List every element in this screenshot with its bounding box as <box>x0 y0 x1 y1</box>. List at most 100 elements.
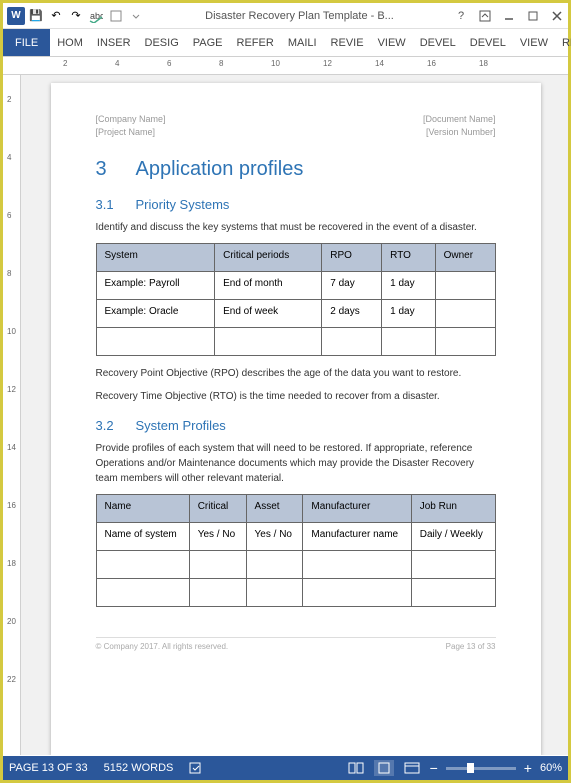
ribbon-tab[interactable]: DESIG <box>138 37 186 49</box>
touch-mode-icon[interactable] <box>107 7 125 25</box>
status-bar: PAGE 13 OF 33 5152 WORDS − + 60% <box>3 756 568 780</box>
document-page[interactable]: [Company Name] [Project Name] [Document … <box>51 83 541 755</box>
help-icon[interactable]: ? <box>454 9 468 23</box>
ribbon-tab[interactable]: DEVEL <box>413 37 463 49</box>
ruler-mark: 2 <box>63 59 67 68</box>
table-cell[interactable] <box>189 551 246 579</box>
table-cell[interactable]: End of week <box>215 300 322 328</box>
ribbon-tab[interactable]: HOM <box>50 37 90 49</box>
table-cell[interactable]: Yes / No <box>189 523 246 551</box>
table-cell[interactable]: 1 day <box>382 272 435 300</box>
table-cell[interactable]: End of month <box>215 272 322 300</box>
ruler-mark: 14 <box>375 59 384 68</box>
table-cell[interactable] <box>382 328 435 356</box>
table-cell[interactable] <box>96 328 215 356</box>
table-cell[interactable] <box>303 551 411 579</box>
ribbon-tab[interactable]: MAILI <box>281 37 324 49</box>
spellcheck-icon[interactable]: abc <box>87 7 105 25</box>
table-row[interactable] <box>96 579 495 607</box>
table-cell[interactable] <box>411 579 495 607</box>
table-cell[interactable] <box>246 579 303 607</box>
status-page[interactable]: PAGE 13 OF 33 <box>9 762 88 774</box>
save-icon[interactable]: 💾 <box>27 7 45 25</box>
ribbon-tab[interactable]: INSER <box>90 37 138 49</box>
table-cell[interactable]: 2 days <box>322 300 382 328</box>
status-words[interactable]: 5152 WORDS <box>104 762 174 774</box>
zoom-level[interactable]: 60% <box>540 762 562 774</box>
table-cell[interactable]: Yes / No <box>246 523 303 551</box>
heading-1-number: 3 <box>96 158 136 181</box>
system-profiles-table[interactable]: NameCriticalAssetManufacturerJob Run Nam… <box>96 494 496 607</box>
table-cell[interactable]: Example: Payroll <box>96 272 215 300</box>
word-app-icon[interactable]: W <box>7 7 25 25</box>
ruler-mark: 18 <box>7 559 16 568</box>
heading-2-system: 3.2System Profiles <box>96 418 496 433</box>
priority-systems-table[interactable]: SystemCritical periodsRPORTOOwner Exampl… <box>96 243 496 356</box>
table-cell[interactable] <box>411 551 495 579</box>
undo-icon[interactable]: ↶ <box>47 7 65 25</box>
header-docname: [Document Name] <box>423 113 496 126</box>
ruler-mark: 8 <box>219 59 223 68</box>
table-cell[interactable]: Name of system <box>96 523 189 551</box>
table-cell[interactable] <box>435 272 495 300</box>
title-bar: W 💾 ↶ ↷ abc Disaster Recovery Plan Templ… <box>3 3 568 29</box>
table-cell[interactable] <box>96 551 189 579</box>
table-header: Job Run <box>411 495 495 523</box>
table-row[interactable]: Example: OracleEnd of week2 days1 day <box>96 300 495 328</box>
read-mode-icon[interactable] <box>346 760 366 776</box>
ribbon-collapse-icon[interactable] <box>478 9 492 23</box>
zoom-slider[interactable] <box>446 767 516 770</box>
ribbon-tab[interactable]: REVIE <box>324 37 371 49</box>
ruler-mark: 6 <box>167 59 171 68</box>
ribbon-tab[interactable]: REFER <box>230 37 281 49</box>
heading-1-text: Application profiles <box>136 158 304 180</box>
table-cell[interactable] <box>189 579 246 607</box>
ribbon-tab[interactable]: PAGE <box>186 37 230 49</box>
table-row[interactable]: Name of systemYes / NoYes / NoManufactur… <box>96 523 495 551</box>
horizontal-ruler[interactable]: 24681012141618 <box>3 57 568 75</box>
table-cell[interactable] <box>435 328 495 356</box>
ribbon-tab[interactable]: DEVEL <box>463 37 513 49</box>
web-layout-icon[interactable] <box>402 760 422 776</box>
table-cell[interactable] <box>215 328 322 356</box>
ruler-mark: 10 <box>271 59 280 68</box>
svg-text:abc: abc <box>90 11 103 21</box>
file-tab[interactable]: FILE <box>3 29 50 56</box>
table-row[interactable] <box>96 551 495 579</box>
table-cell[interactable] <box>435 300 495 328</box>
heading-2-number: 3.1 <box>96 197 136 212</box>
table-header: Critical periods <box>215 244 322 272</box>
table-row[interactable] <box>96 328 495 356</box>
table-cell[interactable]: 1 day <box>382 300 435 328</box>
minimize-icon[interactable] <box>502 9 516 23</box>
zoom-out-button[interactable]: − <box>430 760 438 776</box>
ruler-mark: 16 <box>427 59 436 68</box>
ribbon-tab[interactable]: VIEW <box>371 37 413 49</box>
document-area[interactable]: 246810121416182022 [Company Name] [Proje… <box>3 75 568 755</box>
print-layout-icon[interactable] <box>374 760 394 776</box>
ribbon-tab[interactable]: REVIE <box>555 37 571 49</box>
heading-2-priority: 3.1Priority Systems <box>96 197 496 212</box>
table-cell[interactable] <box>96 579 189 607</box>
heading-2-text: Priority Systems <box>136 197 230 212</box>
close-icon[interactable] <box>550 9 564 23</box>
table-cell[interactable] <box>322 328 382 356</box>
proofing-icon[interactable] <box>189 761 205 775</box>
maximize-icon[interactable] <box>526 9 540 23</box>
table-cell[interactable]: Daily / Weekly <box>411 523 495 551</box>
table-cell[interactable]: Example: Oracle <box>96 300 215 328</box>
table-row[interactable]: Example: PayrollEnd of month7 day1 day <box>96 272 495 300</box>
redo-icon[interactable]: ↷ <box>67 7 85 25</box>
zoom-in-button[interactable]: + <box>524 760 532 776</box>
table-cell[interactable] <box>246 551 303 579</box>
heading-1: 3Application profiles <box>96 158 496 181</box>
table-header: System <box>96 244 215 272</box>
table-cell[interactable]: 7 day <box>322 272 382 300</box>
ribbon-tab[interactable]: VIEW <box>513 37 555 49</box>
table-cell[interactable] <box>303 579 411 607</box>
zoom-slider-thumb[interactable] <box>467 763 474 773</box>
ruler-mark: 4 <box>115 59 119 68</box>
vertical-ruler[interactable]: 246810121416182022 <box>3 75 21 755</box>
qat-dropdown-icon[interactable] <box>127 7 145 25</box>
table-cell[interactable]: Manufacturer name <box>303 523 411 551</box>
